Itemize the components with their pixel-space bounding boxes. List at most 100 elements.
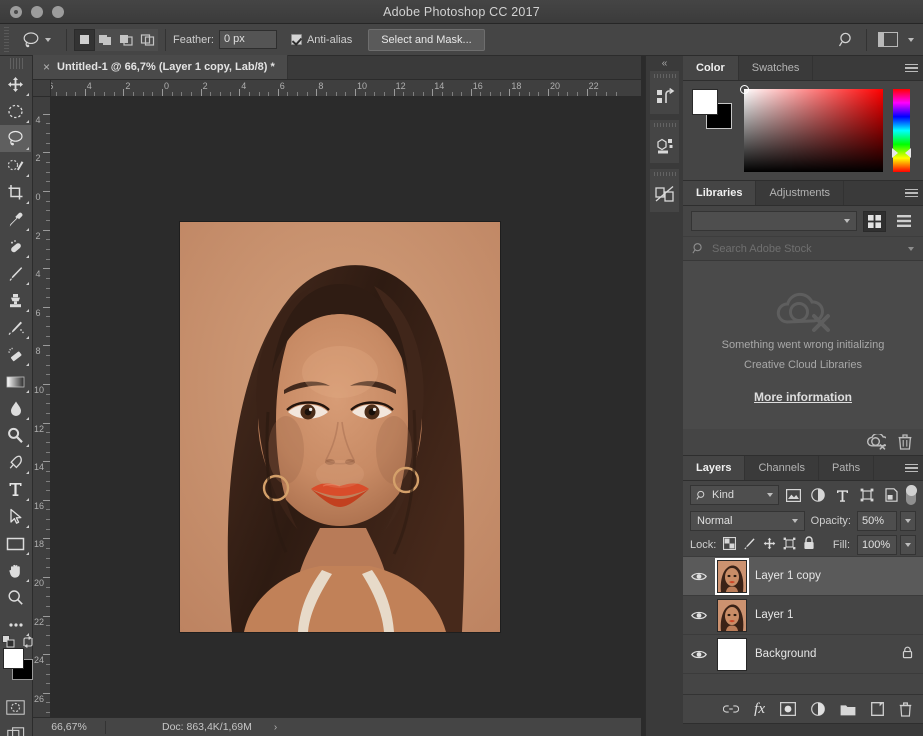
type-filter-icon[interactable] (833, 485, 852, 506)
crop-tool[interactable] (0, 179, 31, 206)
lock-artboard-nesting-icon[interactable] (783, 537, 796, 553)
pen-tool[interactable] (0, 449, 31, 476)
tab-libraries[interactable]: Libraries (683, 181, 756, 205)
new-adjustment-layer-icon[interactable] (811, 702, 825, 716)
move-tool[interactable] (0, 71, 31, 98)
delete-layer-icon[interactable] (899, 702, 912, 717)
options-bar-grip[interactable] (2, 27, 11, 53)
select-and-mask-button[interactable]: Select and Mask... (368, 29, 485, 51)
lock-image-pixels-icon[interactable] (743, 537, 756, 553)
smart-object-filter-icon[interactable] (881, 485, 900, 506)
new-group-icon[interactable] (840, 703, 856, 716)
edit-toolbar-tool[interactable] (0, 611, 31, 638)
new-layer-icon[interactable] (871, 702, 884, 716)
foreground-color-swatch[interactable] (692, 89, 718, 115)
ruler-corner[interactable] (33, 80, 51, 97)
panel-grip[interactable] (650, 120, 679, 129)
adjustment-filter-icon[interactable] (808, 485, 827, 506)
type-tool[interactable] (0, 476, 31, 503)
layer-name[interactable]: Layer 1 copy (755, 570, 821, 582)
layer-thumbnail[interactable] (717, 560, 747, 593)
eyedropper-tool[interactable] (0, 206, 31, 233)
tab-layers[interactable]: Layers (683, 456, 745, 480)
lock-position-icon[interactable] (763, 537, 776, 553)
antialias-checkbox[interactable] (291, 34, 302, 45)
feather-input[interactable]: 0 px (219, 30, 277, 49)
quick-mask-button[interactable] (0, 694, 31, 721)
active-tool-preset[interactable] (11, 30, 59, 50)
opacity-stepper[interactable] (900, 511, 916, 531)
zoom-tool[interactable] (0, 584, 31, 611)
filter-kind-select[interactable]: Kind (690, 485, 779, 505)
hue-ramp[interactable] (893, 89, 910, 172)
panel-grip[interactable] (650, 71, 679, 80)
layer-name[interactable]: Layer 1 (755, 609, 793, 621)
tools-panel-grip[interactable] (10, 58, 23, 69)
horizontal-ruler[interactable]: 6420246810121416182022 (51, 80, 641, 97)
fill-stepper[interactable] (900, 535, 916, 555)
grid-view-button[interactable] (863, 211, 886, 232)
layer-thumbnail[interactable] (717, 638, 747, 671)
list-view-button[interactable] (892, 211, 915, 232)
document-tab[interactable]: × Untitled-1 @ 66,7% (Layer 1 copy, Lab/… (33, 55, 288, 79)
link-layers-icon[interactable] (723, 704, 739, 714)
artboard[interactable] (51, 97, 641, 717)
search-icon[interactable] (838, 31, 855, 48)
layer-visibility-toggle[interactable] (689, 610, 709, 621)
pixel-filter-icon[interactable] (784, 485, 803, 506)
stock-search-row[interactable]: Search Adobe Stock (683, 236, 923, 261)
quick-selection-tool[interactable] (0, 152, 31, 179)
more-information-link[interactable]: More information (754, 390, 852, 404)
tab-color[interactable]: Color (683, 56, 739, 80)
clone-stamp-tool[interactable] (0, 287, 31, 314)
layer-thumbnail[interactable] (717, 599, 747, 632)
lock-all-icon[interactable] (803, 536, 815, 553)
gradient-tool[interactable] (0, 368, 31, 395)
healing-brush-tool[interactable] (0, 233, 31, 260)
subtract-from-selection-button[interactable] (116, 29, 137, 51)
panel-grip[interactable] (650, 169, 679, 178)
tab-channels[interactable]: Channels (745, 456, 818, 480)
sync-error-icon[interactable] (867, 434, 886, 450)
add-layer-mask-icon[interactable] (780, 702, 796, 716)
marquee-tool[interactable] (0, 98, 31, 125)
stock-search-input[interactable]: Search Adobe Stock (712, 243, 812, 255)
table-row[interactable]: Layer 1 copy (683, 557, 923, 596)
color-field[interactable] (744, 89, 883, 172)
blend-mode-select[interactable]: Normal (690, 511, 805, 531)
tab-swatches[interactable]: Swatches (739, 56, 814, 80)
collapse-panels-button[interactable]: « (646, 56, 683, 70)
opacity-input[interactable]: 50% (857, 511, 897, 531)
layer-visibility-toggle[interactable] (689, 649, 709, 660)
tab-paths[interactable]: Paths (819, 456, 874, 480)
layer-visibility-toggle[interactable] (689, 571, 709, 582)
properties-panel-button[interactable] (650, 129, 679, 163)
table-row[interactable]: Layer 1 (683, 596, 923, 635)
brush-tool[interactable] (0, 260, 31, 287)
color-panel-menu-button[interactable] (899, 56, 923, 80)
intersect-with-selection-button[interactable] (137, 29, 158, 51)
layer-name[interactable]: Background (755, 648, 816, 660)
lock-transparent-pixels-icon[interactable] (723, 537, 736, 553)
fill-input[interactable]: 100% (857, 535, 897, 555)
zoom-level[interactable]: 66,67% (33, 721, 105, 733)
path-selection-tool[interactable] (0, 503, 31, 530)
shape-filter-icon[interactable] (857, 485, 876, 506)
tab-adjustments[interactable]: Adjustments (756, 181, 844, 205)
chevron-down-icon[interactable] (908, 247, 914, 251)
layers-panel-menu-button[interactable] (899, 456, 923, 480)
close-icon[interactable]: × (43, 60, 50, 74)
blur-tool[interactable] (0, 395, 31, 422)
add-to-selection-button[interactable] (95, 29, 116, 51)
status-expand-arrow[interactable]: › (274, 722, 277, 733)
default-colors-icon[interactable] (2, 635, 15, 648)
libraries-panel-menu-button[interactable] (899, 181, 923, 205)
rectangle-tool[interactable] (0, 530, 31, 557)
foreground-color-swatch[interactable] (3, 648, 24, 669)
workspace-switcher-icon[interactable] (878, 32, 898, 47)
history-panel-button[interactable] (650, 80, 679, 114)
delete-icon[interactable] (898, 434, 912, 450)
add-layer-style-button[interactable]: fx (754, 701, 765, 718)
history-brush-tool[interactable] (0, 314, 31, 341)
layer-comps-panel-button[interactable] (650, 178, 679, 212)
